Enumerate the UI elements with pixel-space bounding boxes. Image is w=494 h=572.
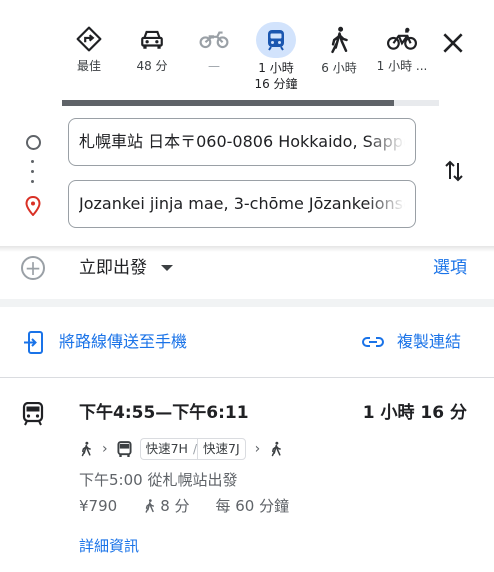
mode-bike[interactable]: 1 小時 ... xyxy=(370,26,434,74)
mode-drive[interactable]: 48 分 xyxy=(120,26,184,74)
destination-value: Jozankei jinja mae, 3-chōme Jōzankeionse… xyxy=(79,194,405,213)
origin-input[interactable]: 札幌車站 日本〒060-0806 Hokkaido, Sapporo xyxy=(68,118,416,166)
line-chip-7j: 快速7J xyxy=(197,438,246,460)
route-option[interactable]: 下午4:55—下午6:11 1 小時 16 分 › 快速7H / 快速7J › … xyxy=(0,378,494,572)
route-steps: › 快速7H / 快速7J › xyxy=(79,438,283,460)
mode-best-label: 最佳 xyxy=(76,59,101,73)
frequency: 每 60 分鐘 xyxy=(215,497,290,515)
route-duration: 1 小時 16 分 xyxy=(362,403,467,423)
route-dot xyxy=(31,180,34,183)
route-dot xyxy=(31,170,34,173)
mode-best[interactable]: 最佳 xyxy=(57,26,121,74)
walk-icon xyxy=(145,499,155,513)
origin-circle-icon xyxy=(26,135,41,150)
mode-scroll-thumb[interactable] xyxy=(62,100,394,106)
departure-info: 下午5:00 從札幌站出發 xyxy=(79,471,238,489)
chevron-right-icon: › xyxy=(254,441,261,457)
copy-link-label: 複製連結 xyxy=(397,332,462,351)
car-icon xyxy=(141,30,163,49)
close-icon[interactable] xyxy=(440,30,466,56)
swap-icon[interactable] xyxy=(442,158,466,184)
details-link[interactable]: 詳細資訊 xyxy=(79,536,139,556)
mode-transit[interactable]: 1 小時 16 分鐘 xyxy=(244,22,308,92)
mode-scroll-track[interactable] xyxy=(62,100,439,106)
motorcycle-icon xyxy=(199,31,229,49)
send-to-phone-button[interactable]: 將路線傳送至手機 xyxy=(23,331,188,354)
caret-down-icon[interactable] xyxy=(161,265,173,271)
train-icon xyxy=(268,30,284,51)
mode-bike-label: 1 小時 ... xyxy=(376,59,428,73)
walk-time: 8 分 xyxy=(160,497,190,515)
options-button[interactable]: 選項 xyxy=(433,256,467,280)
depart-row: + 立即出發 選項 xyxy=(0,252,494,296)
mode-walk[interactable]: 6 小時 xyxy=(307,26,371,76)
section-divider xyxy=(0,299,494,307)
route-dot xyxy=(31,160,34,163)
depart-now-dropdown[interactable]: 立即出發 xyxy=(79,256,147,280)
mode-transit-highlight xyxy=(256,22,296,58)
mode-transit-label-line2: 16 分鐘 xyxy=(254,77,298,91)
route-times: 下午4:55—下午6:11 xyxy=(79,403,249,423)
walk-icon xyxy=(81,441,91,457)
link-icon xyxy=(362,337,384,347)
route-meta: ¥790 8 分 每 60 分鐘 xyxy=(79,496,289,516)
mode-transit-label-line1: 1 小時 xyxy=(258,61,294,75)
add-stop-icon[interactable]: + xyxy=(21,256,45,280)
actions-row: 將路線傳送至手機 複製連結 xyxy=(0,307,494,377)
mode-motorcycle-label: — xyxy=(208,59,220,73)
walk-icon xyxy=(331,26,348,54)
walk-icon xyxy=(272,441,282,457)
bike-icon xyxy=(387,27,417,50)
mode-motorcycle[interactable]: — xyxy=(182,26,246,74)
fare: ¥790 xyxy=(79,497,118,515)
train-icon xyxy=(22,402,44,426)
mode-transit-label: 1 小時 16 分鐘 xyxy=(244,60,308,92)
bus-icon xyxy=(117,440,132,457)
line-chip-7h: 快速7H xyxy=(139,438,193,460)
mode-drive-label: 48 分 xyxy=(136,59,168,73)
chevron-right-icon: › xyxy=(102,441,108,457)
mode-walk-label: 6 小時 xyxy=(321,61,357,75)
destination-pin-icon xyxy=(25,196,41,216)
copy-link-button[interactable]: 複製連結 xyxy=(361,331,461,353)
send-to-phone-icon xyxy=(24,331,43,354)
travel-mode-bar: 最佳 48 分 — 1 小時 16 分鐘 6 小時 1 小時 ... xyxy=(0,0,494,100)
destination-input[interactable]: Jozankei jinja mae, 3-chōme Jōzankeionse… xyxy=(68,180,416,228)
send-to-phone-label: 將路線傳送至手機 xyxy=(59,332,188,351)
directions-icon xyxy=(76,26,102,52)
origin-value: 札幌車站 日本〒060-0806 Hokkaido, Sapporo xyxy=(79,132,405,151)
